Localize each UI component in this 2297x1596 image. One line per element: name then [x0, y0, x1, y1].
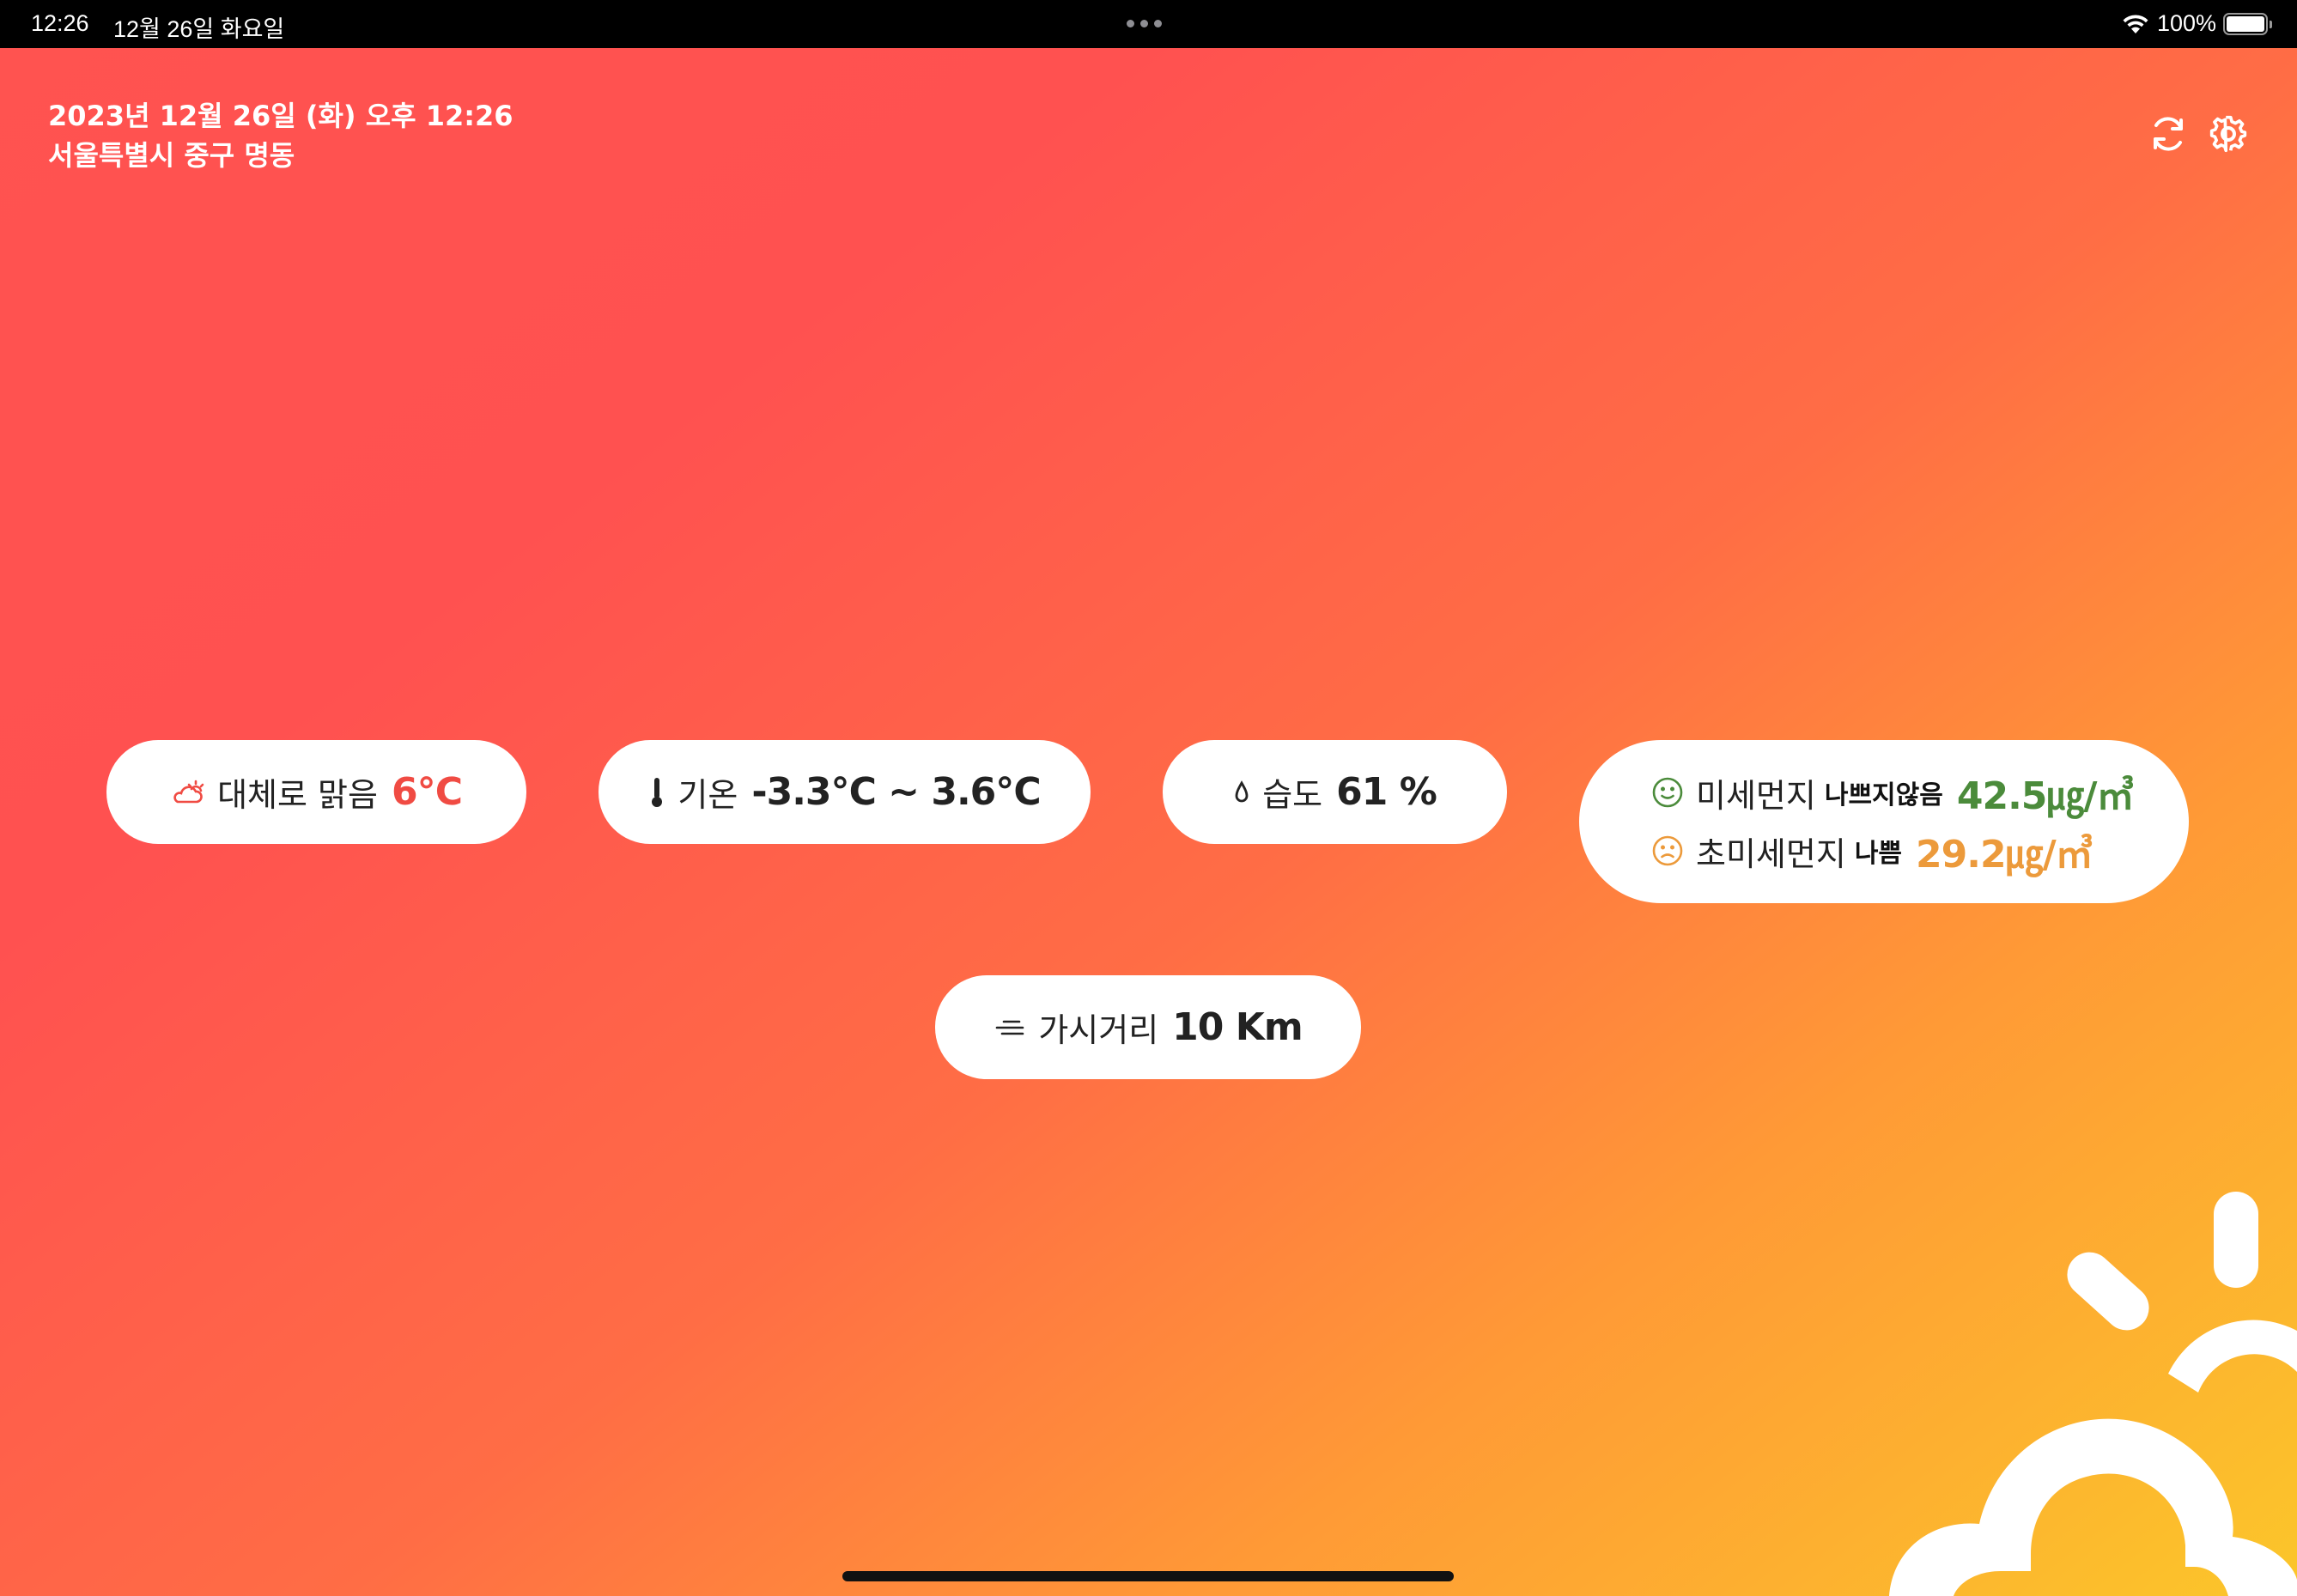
- pm10-value: 42.5㎍/㎥: [1956, 774, 2135, 818]
- temperature-range-label: 기온: [678, 776, 738, 814]
- current-datetime: 2023년 12월 26일 (화) 오후 12:26: [48, 100, 513, 132]
- header-actions: [2148, 113, 2249, 155]
- pm25-label: 초미세먼지: [1696, 834, 1846, 873]
- humidity-label: 습도: [1262, 776, 1323, 814]
- current-location: 서울특별시 중구 명동: [48, 139, 295, 172]
- status-time: 12:26: [31, 10, 89, 36]
- pm10-grade: 나쁘지않음: [1824, 780, 1943, 810]
- fog-icon: [996, 1020, 1024, 1035]
- multitasking-dots-icon[interactable]: [1127, 20, 1162, 27]
- pm10-label: 미세먼지: [1696, 776, 1816, 815]
- sun-cloud-illustration-icon: [1889, 1192, 2297, 1596]
- visibility-value: 10 Km: [1172, 1005, 1303, 1049]
- weather-condition-label: 대체로 맑음: [217, 776, 378, 814]
- pm10-row: 미세먼지 나쁘지않음 42.5㎍/㎥: [1651, 763, 2135, 822]
- partly-cloudy-icon: [173, 780, 204, 803]
- smile-face-icon: [1652, 777, 1683, 808]
- thermometer-icon: [652, 777, 663, 807]
- weather-condition-card: 대체로 맑음 6℃: [106, 740, 526, 844]
- battery-percent: 100%: [2156, 10, 2216, 36]
- visibility-card: 가시거리 10 Km: [935, 975, 1361, 1079]
- pm25-grade: 나쁨: [1854, 839, 1903, 869]
- pm25-row: 초미세먼지 나쁨 29.2㎍/㎥: [1651, 822, 2093, 880]
- battery-icon: [2223, 12, 2272, 35]
- current-temperature: 6℃: [391, 770, 463, 814]
- settings-button[interactable]: [2208, 113, 2249, 155]
- gear-icon: [2209, 115, 2247, 153]
- water-drop-icon: [1235, 780, 1249, 802]
- air-quality-card: 미세먼지 나쁘지않음 42.5㎍/㎥ 초미세먼지 나쁨 29.2㎍/㎥: [1579, 740, 2189, 903]
- pm25-value: 29.2㎍/㎥: [1916, 833, 2093, 877]
- temperature-range-value: -3.3℃ ~ 3.6℃: [751, 770, 1041, 814]
- status-bar: 12:26 12월 26일 화요일 100%: [0, 0, 2297, 48]
- refresh-icon: [2154, 117, 2183, 151]
- humidity-value: 61 %: [1336, 770, 1437, 814]
- sad-face-icon: [1652, 835, 1683, 866]
- refresh-button[interactable]: [2148, 113, 2189, 155]
- humidity-card: 습도 61 %: [1163, 740, 1507, 844]
- home-indicator[interactable]: [842, 1571, 1454, 1581]
- wifi-icon: [2123, 14, 2148, 33]
- temperature-range-card: 기온 -3.3℃ ~ 3.6℃: [599, 740, 1091, 844]
- visibility-label: 가시거리: [1038, 1011, 1159, 1049]
- status-date: 12월 26일 화요일: [113, 16, 285, 42]
- header-info: 2023년 12월 26일 (화) 오후 12:26 서울특별시 중구 명동: [48, 96, 513, 175]
